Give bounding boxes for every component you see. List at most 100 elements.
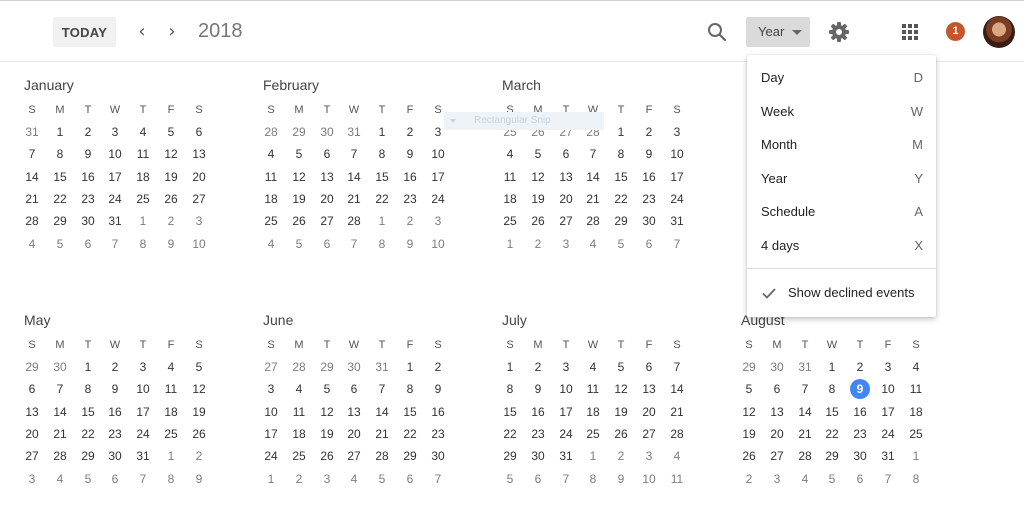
day-cell[interactable]: 7: [105, 234, 125, 254]
day-cell[interactable]: 8: [372, 234, 392, 254]
day-cell[interactable]: 22: [78, 424, 98, 444]
day-cell[interactable]: 11: [667, 469, 687, 489]
day-cell[interactable]: 4: [795, 469, 815, 489]
day-cell[interactable]: 19: [189, 402, 209, 422]
day-cell[interactable]: 20: [22, 424, 42, 444]
day-cell[interactable]: 3: [667, 122, 687, 142]
day-cell[interactable]: 3: [22, 469, 42, 489]
day-cell[interactable]: 16: [105, 402, 125, 422]
day-cell[interactable]: 27: [556, 211, 576, 231]
day-cell[interactable]: 7: [22, 144, 42, 164]
day-cell[interactable]: 16: [400, 167, 420, 187]
day-cell[interactable]: 17: [261, 424, 281, 444]
day-cell[interactable]: 25: [261, 211, 281, 231]
day-cell[interactable]: 8: [78, 379, 98, 399]
day-cell[interactable]: 7: [878, 469, 898, 489]
day-cell[interactable]: 7: [344, 144, 364, 164]
menu-item-day[interactable]: Day D: [747, 60, 936, 94]
day-cell[interactable]: 2: [400, 122, 420, 142]
day-cell[interactable]: 5: [739, 379, 759, 399]
day-cell[interactable]: 20: [317, 189, 337, 209]
day-cell[interactable]: 15: [372, 167, 392, 187]
day-cell[interactable]: 5: [317, 379, 337, 399]
day-cell[interactable]: 9: [105, 379, 125, 399]
day-cell[interactable]: 27: [189, 189, 209, 209]
day-cell[interactable]: 29: [317, 357, 337, 377]
day-cell[interactable]: 1: [78, 357, 98, 377]
day-cell[interactable]: 30: [528, 446, 548, 466]
day-cell[interactable]: 4: [133, 122, 153, 142]
day-cell[interactable]: 7: [667, 357, 687, 377]
day-cell[interactable]: 5: [161, 122, 181, 142]
day-cell[interactable]: 1: [500, 357, 520, 377]
day-cell[interactable]: 3: [317, 469, 337, 489]
day-cell[interactable]: 8: [822, 379, 842, 399]
day-cell[interactable]: 21: [583, 189, 603, 209]
day-cell[interactable]: 2: [528, 357, 548, 377]
day-cell[interactable]: 26: [317, 446, 337, 466]
day-cell[interactable]: 30: [50, 357, 70, 377]
month-name[interactable]: January: [24, 77, 74, 93]
day-cell[interactable]: 6: [400, 469, 420, 489]
day-cell[interactable]: 29: [78, 446, 98, 466]
day-cell[interactable]: 30: [344, 357, 364, 377]
menu-item-year[interactable]: Year Y: [747, 161, 936, 195]
day-cell[interactable]: 1: [611, 122, 631, 142]
day-cell[interactable]: 29: [50, 211, 70, 231]
day-cell[interactable]: 1: [822, 357, 842, 377]
day-cell[interactable]: 31: [22, 122, 42, 142]
day-cell[interactable]: 28: [667, 424, 687, 444]
day-cell[interactable]: 15: [50, 167, 70, 187]
day-cell[interactable]: 28: [795, 446, 815, 466]
day-cell[interactable]: 27: [639, 424, 659, 444]
day-cell[interactable]: 17: [133, 402, 153, 422]
day-cell[interactable]: 2: [400, 211, 420, 231]
day-cell[interactable]: 9: [400, 234, 420, 254]
day-cell[interactable]: 26: [528, 211, 548, 231]
day-cell[interactable]: 4: [161, 357, 181, 377]
day-cell[interactable]: 19: [289, 189, 309, 209]
day-cell[interactable]: 3: [105, 122, 125, 142]
day-cell[interactable]: 24: [133, 424, 153, 444]
day-cell[interactable]: 25: [161, 424, 181, 444]
day-cell[interactable]: 30: [105, 446, 125, 466]
day-cell[interactable]: 22: [500, 424, 520, 444]
day-cell[interactable]: 26: [161, 189, 181, 209]
day-cell[interactable]: 1: [161, 446, 181, 466]
day-cell[interactable]: 10: [878, 379, 898, 399]
day-cell[interactable]: 22: [50, 189, 70, 209]
day-cell[interactable]: 23: [400, 189, 420, 209]
day-cell[interactable]: 30: [850, 446, 870, 466]
month-name[interactable]: June: [263, 312, 293, 328]
day-cell[interactable]: 10: [667, 144, 687, 164]
day-cell[interactable]: 3: [878, 357, 898, 377]
day-cell[interactable]: 15: [500, 402, 520, 422]
day-cell[interactable]: 14: [795, 402, 815, 422]
day-cell[interactable]: 7: [372, 379, 392, 399]
day-cell[interactable]: 2: [611, 446, 631, 466]
day-cell[interactable]: 10: [189, 234, 209, 254]
day-cell[interactable]: 13: [344, 402, 364, 422]
day-cell[interactable]: 30: [428, 446, 448, 466]
menu-item-month[interactable]: Month M: [747, 127, 936, 161]
day-cell[interactable]: 5: [78, 469, 98, 489]
day-cell[interactable]: 20: [344, 424, 364, 444]
day-cell[interactable]: 22: [611, 189, 631, 209]
day-cell[interactable]: 24: [428, 189, 448, 209]
day-cell[interactable]: 6: [850, 469, 870, 489]
day-cell-today[interactable]: 9: [850, 379, 870, 400]
day-cell[interactable]: 5: [289, 144, 309, 164]
day-cell[interactable]: 7: [50, 379, 70, 399]
day-cell[interactable]: 25: [906, 424, 926, 444]
day-cell[interactable]: 11: [133, 144, 153, 164]
day-cell[interactable]: 6: [767, 379, 787, 399]
day-cell[interactable]: 14: [372, 402, 392, 422]
day-cell[interactable]: 16: [850, 402, 870, 422]
day-cell[interactable]: 19: [317, 424, 337, 444]
day-cell[interactable]: 10: [261, 402, 281, 422]
day-cell[interactable]: 10: [639, 469, 659, 489]
day-cell[interactable]: 28: [583, 211, 603, 231]
day-cell[interactable]: 28: [22, 211, 42, 231]
day-cell[interactable]: 2: [161, 211, 181, 231]
day-cell[interactable]: 23: [78, 189, 98, 209]
